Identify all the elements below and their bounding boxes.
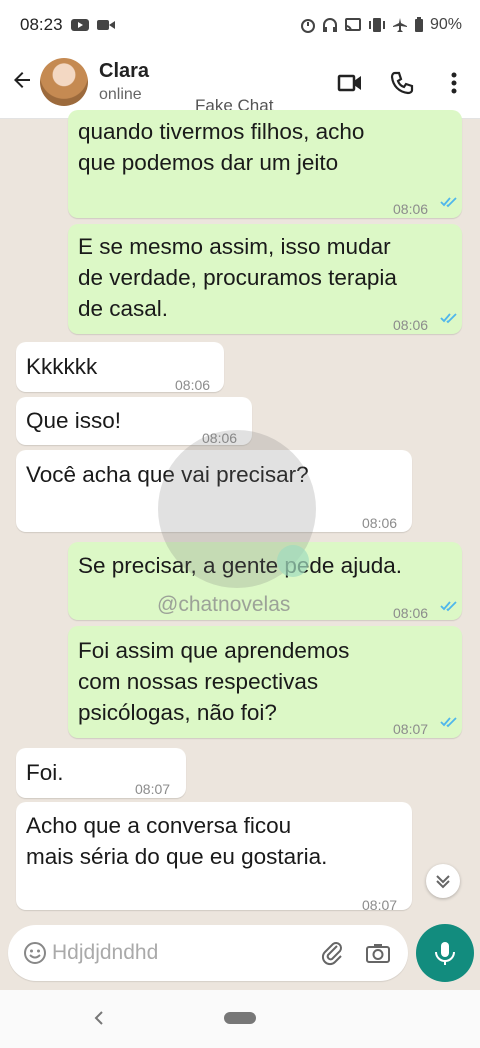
alarm-icon xyxy=(300,19,315,33)
chat-header: Clara online Fake Chat xyxy=(0,50,480,119)
status-bar: 08:23 90% xyxy=(0,0,480,50)
mic-icon xyxy=(435,942,455,965)
message-time: 08:07 xyxy=(393,721,429,737)
phone-icon[interactable] xyxy=(389,70,415,96)
read-ticks-icon xyxy=(440,197,457,208)
message-bubble[interactable]: Foi. 08:07 xyxy=(16,748,186,798)
read-ticks-icon xyxy=(440,313,457,324)
message-text: Foi assim que aprendemos com nossas resp… xyxy=(78,638,350,725)
scroll-down-button[interactable] xyxy=(426,864,460,898)
watermark-dot xyxy=(277,545,309,577)
video-notification-icon xyxy=(96,20,115,30)
chat-screen: 08:23 90% Clara online Fake Chat quando … xyxy=(0,0,480,1048)
message-input-bar[interactable]: Hdjdjdndhd xyxy=(8,925,408,981)
message-time: 08:07 xyxy=(362,897,398,913)
read-ticks-icon xyxy=(440,717,457,728)
mic-button[interactable] xyxy=(416,924,474,982)
headset-icon xyxy=(322,18,337,32)
message-bubble[interactable]: Foi assim que aprendemos com nossas resp… xyxy=(68,626,462,738)
message-time: 08:06 xyxy=(393,201,429,217)
scroll-down-icon xyxy=(436,875,450,889)
camera-icon[interactable] xyxy=(364,939,392,967)
status-time: 08:23 xyxy=(20,15,63,34)
message-time: 08:06 xyxy=(393,317,429,333)
message-bubble[interactable]: Acho que a conversa ficou mais séria do … xyxy=(16,802,412,913)
message-text: Foi. xyxy=(26,760,64,785)
watermark-text: @chatnovelas xyxy=(157,593,291,616)
attach-icon[interactable] xyxy=(319,939,347,967)
avatar[interactable] xyxy=(40,58,88,106)
back-arrow-icon[interactable] xyxy=(10,68,34,92)
contact-status: online xyxy=(99,86,142,103)
message-text: Kkkkkk xyxy=(26,354,98,379)
message-text: Acho que a conversa ficou mais séria do … xyxy=(26,813,328,869)
message-time: 08:06 xyxy=(393,605,429,621)
system-navigation-bar xyxy=(0,990,480,1048)
more-vert-icon[interactable] xyxy=(441,70,467,96)
video-call-icon[interactable] xyxy=(337,70,363,96)
message-text: Que isso! xyxy=(26,408,122,433)
message-bubble[interactable]: quando tivermos filhos, acho que podemos… xyxy=(68,110,462,218)
message-time: 08:07 xyxy=(135,781,171,797)
message-bubble[interactable]: Kkkkkk 08:06 xyxy=(16,342,224,393)
message-time: 08:06 xyxy=(362,515,398,531)
cast-icon xyxy=(344,18,361,32)
nav-home-pill[interactable] xyxy=(224,1012,256,1024)
message-input[interactable]: Hdjdjdndhd xyxy=(52,941,158,965)
airplane-icon xyxy=(392,18,407,32)
battery-level: 90% xyxy=(429,16,462,33)
read-ticks-icon xyxy=(440,601,457,612)
battery-icon xyxy=(414,17,423,32)
message-text: quando tivermos filhos, acho que podemos… xyxy=(78,119,365,175)
youtube-icon xyxy=(70,19,89,31)
vibrate-icon xyxy=(368,18,385,32)
emoji-icon[interactable] xyxy=(22,940,48,966)
contact-name[interactable]: Clara xyxy=(99,60,149,83)
nav-back-icon[interactable] xyxy=(90,1006,108,1030)
message-bubble[interactable]: E se mesmo assim, isso mudar de verdade,… xyxy=(68,224,462,334)
message-text: E se mesmo assim, isso mudar de verdade,… xyxy=(78,234,397,321)
